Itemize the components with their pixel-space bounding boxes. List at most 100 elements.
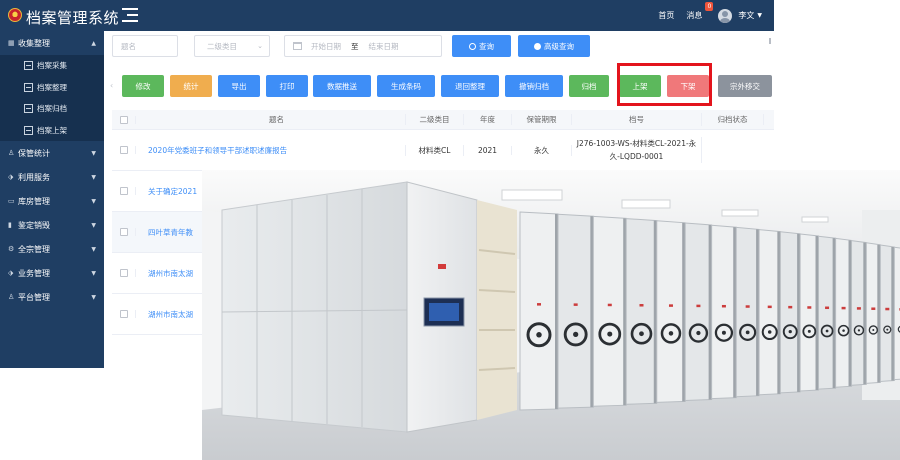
shelving-unit [656, 220, 686, 403]
sidebar-group-warehouse[interactable]: ▭ 库房管理 ▼ [0, 189, 104, 213]
messages-label: 消息 [686, 11, 703, 20]
date-range-picker[interactable]: 开始日期 至 结束日期 [284, 35, 442, 57]
handwheel-hub [857, 329, 861, 332]
indicator-light [856, 307, 861, 310]
select-all-checkbox[interactable] [112, 115, 136, 124]
indicator-light [668, 304, 673, 307]
indicator-light [721, 304, 726, 308]
handwheel-hub [842, 329, 845, 332]
end-date-placeholder: 结束日期 [368, 41, 399, 51]
gear-icon: ⚙ [8, 245, 15, 253]
chevron-left-icon[interactable]: ‹ [110, 81, 113, 90]
handwheel-hub [767, 330, 772, 334]
handwheel-hub [886, 328, 889, 331]
sidebar-group-label: 保管统计 [18, 148, 50, 158]
data-push-button[interactable]: 数据推送 [313, 75, 371, 97]
handwheel-hub [607, 331, 613, 337]
shelving-units [519, 211, 900, 411]
column-header-title: 题名 [136, 114, 406, 125]
shelving-unit [735, 226, 760, 398]
revoke-archive-button[interactable]: 撤销归档 [505, 75, 563, 97]
shelving-unit [893, 246, 900, 381]
indicator-light [885, 307, 890, 311]
query-label: 查询 [479, 41, 494, 51]
sidebar-group-custody[interactable]: ♙ 保管统计 ▼ [0, 141, 104, 165]
user-avatar-icon[interactable] [718, 8, 733, 23]
sidebar-item-organize[interactable]: 档案整理 [0, 77, 104, 99]
chevron-down-icon: ▼ [91, 221, 96, 229]
export-button[interactable]: 导出 [218, 75, 260, 97]
external-transfer-button[interactable]: 宗外移交 [718, 75, 772, 97]
column-header-category: 二级类目 [406, 114, 464, 125]
search-icon [469, 42, 476, 50]
edit-button[interactable]: 修改 [122, 75, 164, 97]
indicator-light [745, 305, 750, 308]
column-header-year: 年度 [464, 114, 512, 125]
sidebar-item-collect[interactable]: 档案采集 [0, 55, 104, 77]
row-period: 永久 [512, 144, 572, 156]
title-placeholder: 题名 [121, 41, 136, 51]
sidebar-group-label: 鉴定销毁 [18, 220, 50, 230]
start-date-placeholder: 开始日期 [311, 41, 341, 51]
menu-toggle-icon[interactable] [122, 8, 138, 22]
user-name[interactable]: 李文 [738, 10, 754, 21]
print-button[interactable]: 打印 [266, 75, 308, 97]
plus-circle-icon [534, 42, 541, 50]
row-title-link[interactable]: 2020年党委班子和领导干部述职述廉报告 [136, 144, 406, 156]
sidebar-group-collect[interactable]: ▦ 收集整理 ▲ [0, 31, 104, 55]
indicator-light [696, 304, 701, 308]
query-button[interactable]: 查询 [452, 35, 511, 57]
row-checkbox[interactable] [112, 269, 136, 277]
sidebar-group-label: 业务管理 [18, 268, 50, 278]
sidebar-group-fonds[interactable]: ⚙ 全宗管理 ▼ [0, 237, 104, 261]
app-title: 档案管理系统 [26, 9, 120, 27]
row-checkbox[interactable] [112, 187, 136, 195]
table-row[interactable]: 2020年党委班子和领导干部述职述廉报告 材料类CL 2021 永久 J276-… [112, 130, 774, 171]
return-organize-button[interactable]: 退回整理 [441, 75, 499, 97]
sidebar-group-platform[interactable]: ♙ 平台管理 ▼ [0, 285, 104, 309]
column-header-code: 档号 [572, 113, 702, 126]
category-placeholder: 二级类目 [207, 41, 237, 51]
sidebar-group-service[interactable]: ⬗ 利用服务 ▼ [0, 165, 104, 189]
chevron-down-icon: ▼ [91, 245, 96, 253]
sidebar-item-label: 档案采集 [37, 61, 67, 71]
calendar-icon [293, 42, 302, 50]
indicator-light [788, 305, 793, 309]
category-select[interactable]: 二级类目 ⌄ [194, 35, 270, 57]
chevron-down-icon: ▼ [91, 293, 96, 301]
sidebar-item-shelve[interactable]: 档案上架 [0, 120, 104, 142]
indicator-light [807, 306, 812, 309]
tag-icon: ⬗ [8, 269, 14, 277]
indicator-light [825, 306, 830, 310]
folder-icon: ▭ [8, 197, 15, 205]
grid-icon: ▦ [8, 39, 15, 47]
archive-button[interactable]: 归档 [569, 75, 609, 97]
scrollbar-thumb[interactable] [769, 38, 771, 44]
sidebar-group-business[interactable]: ⬗ 业务管理 ▼ [0, 261, 104, 285]
advanced-query-label: 高级查询 [544, 41, 574, 51]
statistics-button[interactable]: 统计 [170, 75, 212, 97]
handwheel-hub [696, 330, 701, 336]
row-checkbox[interactable] [112, 310, 136, 318]
row-checkbox[interactable] [112, 146, 136, 154]
column-header-status: 归档状态 [702, 114, 764, 125]
row-year: 2021 [464, 145, 512, 155]
handwheel-hub [668, 331, 674, 336]
messages-link[interactable]: 消息 0 [686, 2, 714, 21]
generate-barcode-button[interactable]: 生成条码 [377, 75, 435, 97]
sidebar-item-archive[interactable]: 档案归档 [0, 98, 104, 120]
sidebar-group-label: 收集整理 [18, 38, 50, 48]
handwheel-hub [825, 329, 829, 333]
user-icon: ♙ [8, 149, 15, 157]
chevron-down-icon: ⌄ [257, 42, 263, 50]
shelving-unit [592, 215, 627, 407]
user-menu-caret-icon[interactable]: ▼ [757, 12, 762, 19]
document-icon [24, 82, 33, 92]
handwheel-hub [745, 330, 750, 335]
advanced-query-button[interactable]: 高级查询 [518, 35, 590, 57]
home-link[interactable]: 首页 [658, 10, 674, 21]
sidebar-group-appraisal[interactable]: ▮ 鉴定销毁 ▼ [0, 213, 104, 237]
mobile-shelving-photo [202, 170, 900, 460]
title-input[interactable]: 题名 [112, 35, 178, 57]
row-checkbox[interactable] [112, 228, 136, 236]
